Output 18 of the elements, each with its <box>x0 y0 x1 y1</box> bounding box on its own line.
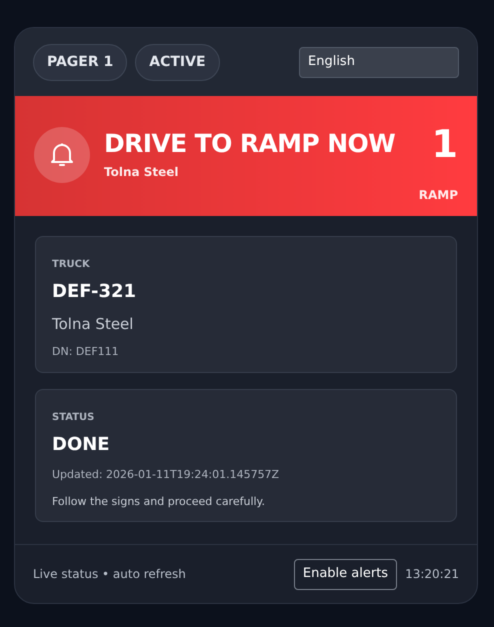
enable-alerts-button[interactable]: Enable alerts <box>294 558 398 590</box>
updated-time: Updated: 2026-01-11T19:24:01.145757Z <box>52 467 280 483</box>
ramp-number: 1 <box>432 124 458 164</box>
card-value: DEF-321 <box>52 280 136 304</box>
instruction-text: Follow the signs and proceed carefully. <box>52 494 265 510</box>
card-label: STATUS <box>52 411 94 425</box>
language-select[interactable]: English <box>299 46 459 78</box>
clock-time: 13:20:21 <box>405 566 459 583</box>
ramp-label: RAMP <box>418 187 458 204</box>
card-value: DONE <box>52 433 110 457</box>
company-name: Tolna Steel <box>52 314 134 335</box>
status-badge: ACTIVE <box>135 44 220 80</box>
alert-subtitle: Tolna Steel <box>104 164 180 181</box>
card-label: TRUCK <box>52 258 90 272</box>
live-status-text: Live status • auto refresh <box>33 566 186 583</box>
delivery-number: DN: DEF111 <box>52 344 119 360</box>
alert-title: DRIVE TO RAMP NOW <box>104 129 396 159</box>
status-badge: PAGER 1 <box>33 44 128 80</box>
